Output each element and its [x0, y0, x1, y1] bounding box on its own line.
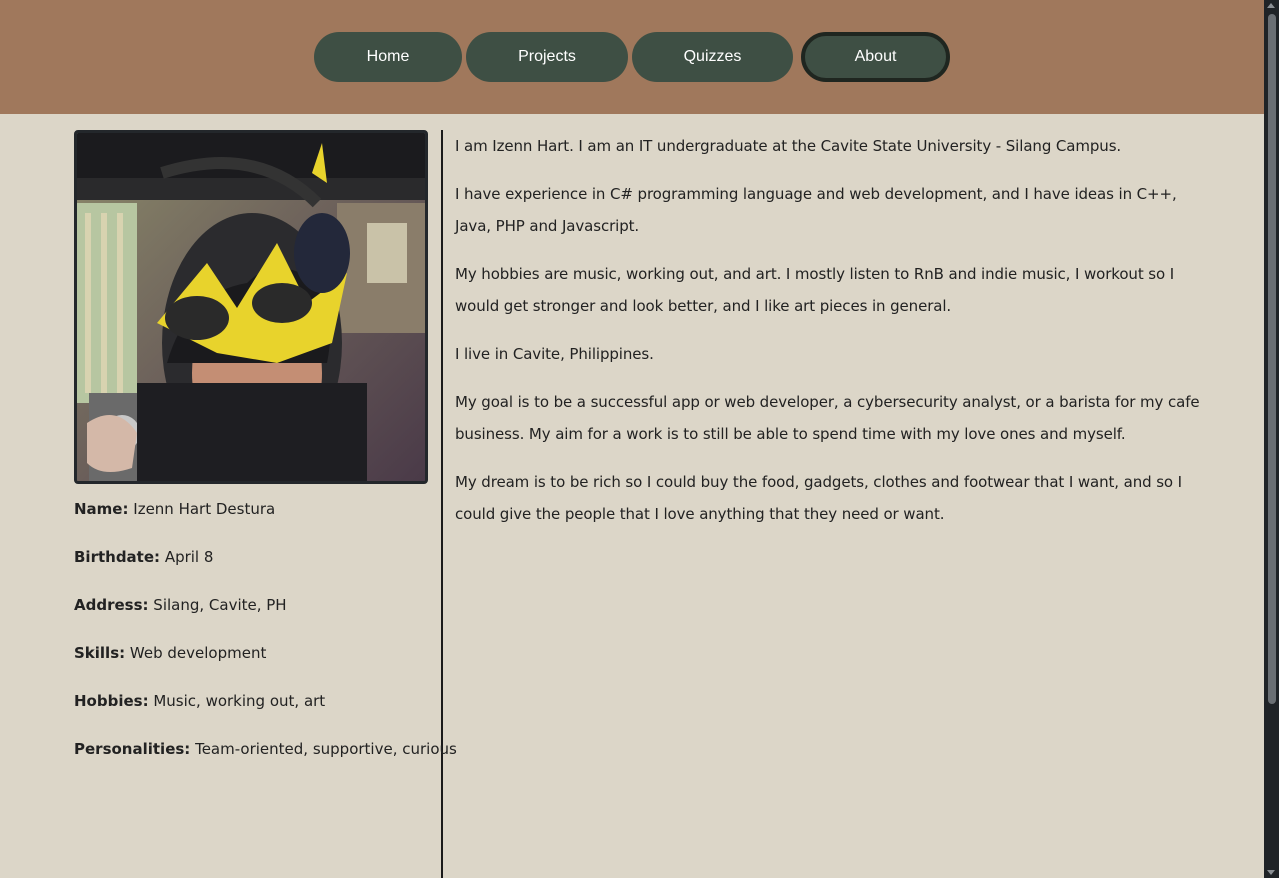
about-paragraph-dream: My dream is to be rich so I could buy th…: [455, 473, 1183, 523]
browser-viewport: Home Projects Quizzes About Name: Izenn …: [0, 0, 1279, 878]
profile-column: Name: Izenn Hart Destura Birthdate: Apri…: [74, 130, 457, 878]
nav-projects-button[interactable]: Projects: [466, 32, 628, 82]
scroll-up-icon[interactable]: [1267, 3, 1275, 8]
header: Home Projects Quizzes About: [0, 0, 1264, 114]
nav-home-button[interactable]: Home: [314, 32, 462, 82]
about-content: Name: Izenn Hart Destura Birthdate: Apri…: [74, 130, 1264, 878]
address-value: Silang, Cavite, PH: [153, 596, 287, 614]
profile-photo: [74, 130, 428, 484]
about-text-column: I am Izenn Hart. I am an IT undergraduat…: [455, 130, 1200, 546]
hobbies-label: Hobbies:: [74, 692, 149, 710]
about-paragraph-intro: I am Izenn Hart. I am an IT undergraduat…: [455, 137, 1122, 155]
about-paragraph-location: I live in Cavite, Philippines.: [455, 345, 654, 363]
birthdate-label: Birthdate:: [74, 548, 161, 566]
vertical-scrollbar[interactable]: [1264, 0, 1279, 878]
hobbies-value: Music, working out, art: [153, 692, 326, 710]
scroll-thumb[interactable]: [1268, 14, 1276, 704]
info-personalities: Personalities: Team-oriented, supportive…: [74, 738, 457, 786]
birthdate-value: April 8: [164, 548, 214, 566]
info-skills: Skills: Web development: [74, 642, 434, 690]
info-hobbies: Hobbies: Music, working out, art: [74, 690, 434, 738]
about-paragraph-goal: My goal is to be a successful app or web…: [455, 393, 1200, 443]
info-birthdate: Birthdate: April 8: [74, 546, 434, 594]
skills-value: Web development: [129, 644, 267, 662]
about-paragraph-hobbies: My hobbies are music, working out, and a…: [455, 265, 1175, 315]
name-value: Izenn Hart Destura: [133, 500, 276, 518]
scroll-down-icon[interactable]: [1267, 870, 1275, 875]
info-address: Address: Silang, Cavite, PH: [74, 594, 434, 642]
skills-label: Skills:: [74, 644, 126, 662]
profile-photo-illustration: [77, 133, 425, 481]
personalities-label: Personalities:: [74, 740, 191, 758]
name-label: Name:: [74, 500, 129, 518]
address-label: Address:: [74, 596, 149, 614]
personalities-value: Team-oriented, supportive, curious: [195, 740, 457, 758]
about-paragraph-experience: I have experience in C# programming lang…: [455, 185, 1177, 235]
nav-about-button[interactable]: About: [801, 32, 950, 82]
nav-quizzes-button[interactable]: Quizzes: [632, 32, 793, 82]
info-name: Name: Izenn Hart Destura: [74, 498, 434, 546]
profile-info: Name: Izenn Hart Destura Birthdate: Apri…: [74, 498, 457, 786]
page: Home Projects Quizzes About Name: Izenn …: [0, 0, 1264, 878]
